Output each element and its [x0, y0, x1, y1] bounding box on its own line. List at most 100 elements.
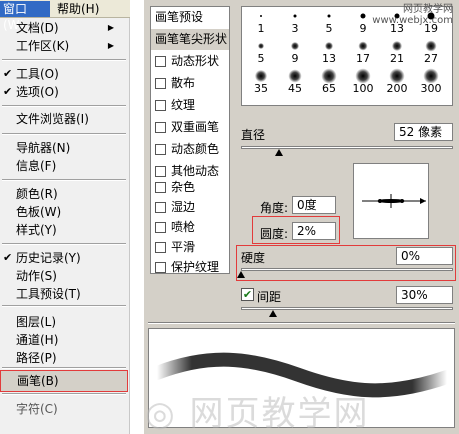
diameter-field[interactable]: 52 像素 — [394, 123, 453, 141]
menu-item-label: 文档(D) — [16, 21, 59, 35]
brush-tip-cell[interactable]: 27 — [415, 39, 447, 65]
menu-separator — [2, 305, 126, 307]
menu-item-4[interactable]: 文件浏览器(I) — [0, 110, 128, 128]
diameter-slider[interactable] — [241, 146, 453, 149]
brush-tip-cell[interactable]: 45 — [279, 69, 311, 95]
option-checkbox[interactable] — [155, 56, 166, 67]
option-label: 画笔预设 — [155, 10, 204, 24]
check-icon: ✔ — [3, 251, 13, 264]
brush-tip-size: 45 — [288, 82, 302, 95]
brush-option-0[interactable]: 画笔预设 — [151, 7, 229, 28]
brush-option-8[interactable]: 杂色 — [151, 177, 229, 198]
brush-tip-cell[interactable]: 35 — [245, 69, 277, 95]
brush-tip-dot-icon — [255, 70, 267, 82]
brush-tip-cell[interactable]: 21 — [381, 39, 413, 65]
menu-item-label: 路径(P) — [16, 351, 57, 365]
option-checkbox[interactable] — [155, 122, 166, 133]
menu-item-11[interactable]: 动作(S) — [0, 267, 128, 285]
check-icon: ✔ — [3, 67, 13, 80]
option-checkbox[interactable] — [155, 202, 166, 213]
option-checkbox[interactable] — [155, 144, 166, 155]
brush-tip-dot-icon — [327, 14, 331, 18]
menu-item-8[interactable]: 色板(W) — [0, 203, 128, 221]
menu-item-label: 工作区(K) — [16, 39, 70, 53]
brush-option-4[interactable]: 纹理 — [151, 95, 229, 116]
menubar-help[interactable]: 帮助(H) — [54, 1, 106, 17]
option-label: 双重画笔 — [171, 120, 220, 134]
angle-field[interactable]: 0度 — [292, 196, 336, 214]
brush-tip-cell[interactable]: 5 — [313, 9, 345, 35]
menu-item-0[interactable]: 文档(D) ▶ — [0, 19, 128, 37]
diameter-slider-thumb[interactable] — [275, 149, 284, 156]
menu-item-10[interactable]: ✔ 历史记录(Y) — [0, 249, 128, 267]
menu-item-12[interactable]: 工具预设(T) — [0, 285, 128, 303]
check-icon: ✔ — [3, 85, 13, 98]
option-label: 动态颜色 — [171, 142, 220, 156]
menu-separator — [2, 393, 126, 395]
menu-item-2[interactable]: ✔ 工具(O) — [0, 65, 128, 83]
brush-option-12[interactable]: 保护纹理 — [151, 257, 229, 278]
menu-item-14[interactable]: 通道(H) — [0, 331, 128, 349]
option-checkbox[interactable] — [155, 242, 166, 253]
brush-tip-cell[interactable]: 9 — [279, 39, 311, 65]
menu-item-5[interactable]: 导航器(N) — [0, 139, 128, 157]
menu-item-label: 色板(W) — [16, 205, 62, 219]
option-label: 杂色 — [171, 180, 196, 194]
brush-tip-cell[interactable]: 1 — [245, 9, 277, 35]
brush-option-11[interactable]: 平滑 — [151, 237, 229, 258]
menu-item-1[interactable]: 工作区(K) ▶ — [0, 37, 128, 55]
brush-option-9[interactable]: 湿边 — [151, 197, 229, 218]
option-checkbox[interactable] — [155, 78, 166, 89]
spacing-field[interactable]: 30% — [396, 286, 453, 304]
option-checkbox[interactable] — [155, 182, 166, 193]
brush-option-1[interactable]: 画笔笔尖形状 — [151, 29, 229, 50]
brush-tip-size: 17 — [356, 52, 370, 65]
spacing-checkbox[interactable]: ✔ — [241, 288, 254, 301]
roundness-highlight-box — [252, 216, 340, 244]
brush-palette: 画笔预设 画笔笔尖形状 动态形状 散布 纹理 双重画笔 动态颜色 其他动态 杂色 湿边 喷枪 平滑 保护… — [144, 0, 459, 434]
brush-option-6[interactable]: 动态颜色 — [151, 139, 229, 160]
menu-item-15[interactable]: 路径(P) — [0, 349, 128, 367]
brush-tip-dot-icon — [260, 15, 262, 17]
brush-option-3[interactable]: 散布 — [151, 73, 229, 94]
brush-tip-dot-icon — [291, 42, 299, 50]
menubar-window[interactable]: 窗口(W) — [0, 1, 50, 32]
brush-tip-dot-icon — [293, 14, 297, 18]
brush-option-2[interactable]: 动态形状 — [151, 51, 229, 72]
menu-item-6[interactable]: 信息(F) — [0, 157, 128, 175]
brush-tip-cell[interactable]: 13 — [313, 39, 345, 65]
brush-tip-cell[interactable]: 100 — [347, 68, 379, 95]
menu-item-9[interactable]: 样式(Y) — [0, 221, 128, 239]
option-checkbox[interactable] — [155, 222, 166, 233]
spacing-label: 间距 — [257, 290, 282, 304]
option-checkbox[interactable] — [155, 262, 166, 273]
menu-item-3[interactable]: ✔ 选项(O) — [0, 83, 128, 101]
spacing-slider-thumb[interactable] — [268, 310, 277, 317]
brush-tip-cell[interactable]: 65 — [313, 68, 345, 95]
brush-option-10[interactable]: 喷枪 — [151, 217, 229, 238]
brush-tip-cell[interactable]: 17 — [347, 39, 379, 65]
menu-item-label: 导航器(N) — [16, 141, 71, 155]
angle-arrow-icon — [420, 198, 426, 204]
option-checkbox[interactable] — [155, 100, 166, 111]
watermark-line1: 网页教学网 — [403, 4, 453, 15]
menu-item-7[interactable]: 颜色(R) — [0, 185, 128, 203]
brush-tip-size: 3 — [291, 22, 299, 35]
brush-tip-dot-icon — [325, 42, 333, 50]
brush-tip-cell[interactable]: 300 — [415, 68, 447, 95]
menu-separator — [2, 105, 126, 107]
roundness-handle-left[interactable] — [378, 199, 382, 203]
menu-item-16[interactable]: 画笔(B) — [0, 370, 128, 392]
brush-tip-cell[interactable]: 200 — [381, 68, 413, 95]
roundness-handle-right[interactable] — [400, 199, 404, 203]
option-checkbox[interactable] — [155, 166, 166, 177]
brush-tip-dot-icon — [392, 41, 402, 51]
angle-roundness-preview[interactable] — [353, 163, 429, 239]
menu-item-13[interactable]: 图层(L) — [0, 313, 128, 331]
menu-item-17[interactable]: 字符(C) — [0, 400, 128, 418]
brush-option-5[interactable]: 双重画笔 — [151, 117, 229, 138]
brush-tip-cell[interactable]: 3 — [279, 9, 311, 35]
brush-tip-size: 5 — [325, 22, 333, 35]
brush-tip-cell[interactable]: 5 — [245, 39, 277, 65]
option-label: 湿边 — [171, 200, 196, 214]
